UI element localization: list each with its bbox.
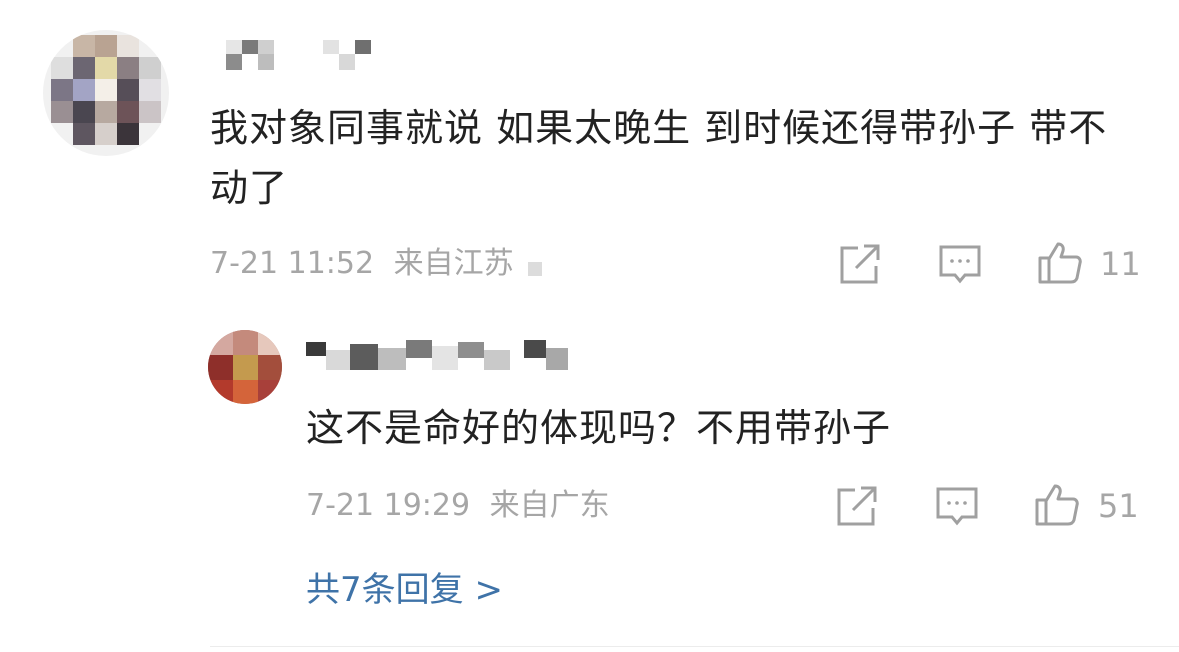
comment-date: 7-21 11:52 xyxy=(210,246,375,281)
avatar-mosaic-tile xyxy=(208,330,233,355)
like-button[interactable] xyxy=(1036,238,1084,286)
reply-text: 这不是命好的体现吗？不用带孙子 xyxy=(306,406,892,450)
reply-share-button[interactable] xyxy=(833,482,881,530)
avatar-mosaic-tile xyxy=(258,380,282,404)
avatar-mosaic-tile xyxy=(139,57,161,79)
mosaic-block xyxy=(258,40,274,54)
avatar-mosaic-tile xyxy=(117,123,139,145)
comment-icon xyxy=(936,487,978,526)
share-icon xyxy=(840,244,880,284)
avatar-mosaic-tile xyxy=(117,57,139,79)
avatar-mosaic-tile xyxy=(73,123,95,145)
reply-username-obscured[interactable] xyxy=(306,336,576,384)
reply-meta: 7-21 19:29 来自广东 xyxy=(306,486,610,526)
mosaic-block xyxy=(432,346,458,370)
comment-meta: 7-21 11:52 来自江苏 xyxy=(210,244,514,284)
mosaic-block xyxy=(326,350,350,370)
avatar-mosaic-tile xyxy=(51,79,73,101)
avatar-mosaic-tile xyxy=(208,380,233,404)
reply-button[interactable] xyxy=(936,240,984,288)
more-replies-link[interactable]: 共7条回复 > xyxy=(306,568,503,612)
mosaic-block xyxy=(528,262,542,276)
avatar-mosaic-tile xyxy=(233,380,258,404)
avatar-mosaic-tile xyxy=(117,35,139,57)
avatar-mosaic-tile xyxy=(73,79,95,101)
avatar-mosaic-tile xyxy=(51,57,73,79)
share-icon xyxy=(837,486,877,526)
mosaic-block xyxy=(355,40,371,54)
avatar-mosaic-tile xyxy=(73,35,95,57)
like-count: 11 xyxy=(1100,245,1141,283)
avatar-mosaic-tile xyxy=(73,101,95,123)
username-obscured[interactable] xyxy=(218,36,388,84)
reply-like-button[interactable] xyxy=(1033,480,1081,528)
avatar-mosaic-tile xyxy=(233,330,258,355)
avatar-mosaic-tile xyxy=(139,79,161,101)
mosaic-block xyxy=(306,342,326,356)
share-button[interactable] xyxy=(836,240,884,288)
mosaic-block xyxy=(226,54,242,70)
avatar-mosaic-tile xyxy=(258,330,282,355)
mosaic-block xyxy=(350,344,378,370)
reply-reply-button[interactable] xyxy=(933,482,981,530)
comment-location: 来自江苏 xyxy=(393,246,514,281)
thumbs-up-icon xyxy=(1038,242,1082,284)
mosaic-block xyxy=(546,348,568,370)
reply-date: 7-21 19:29 xyxy=(306,488,471,523)
thumbs-up-icon xyxy=(1035,484,1079,526)
avatar-mosaic-tile xyxy=(208,355,233,380)
avatar-mosaic-tile xyxy=(258,355,282,380)
mosaic-block xyxy=(524,340,546,358)
mosaic-block xyxy=(258,54,274,70)
avatar-mosaic-tile xyxy=(73,57,95,79)
mosaic-block xyxy=(242,40,258,54)
comment-text: 我对象同事就说 如果太晚生 到时候还得带孙子 带不动了 xyxy=(210,106,1108,210)
avatar-mosaic-tile xyxy=(51,101,73,123)
avatar-mosaic-tile xyxy=(233,355,258,380)
mosaic-block xyxy=(484,350,510,370)
avatar[interactable] xyxy=(43,30,169,156)
reply-avatar[interactable] xyxy=(208,330,282,404)
reply-location: 来自广东 xyxy=(489,488,610,523)
mosaic-block xyxy=(226,40,242,54)
avatar-mosaic-tile xyxy=(95,35,117,57)
mosaic-block xyxy=(339,54,355,70)
comment-icon xyxy=(939,245,981,284)
avatar-mosaic-tile xyxy=(117,101,139,123)
reply-like-count: 51 xyxy=(1098,487,1139,525)
mosaic-block xyxy=(378,348,406,370)
avatar-mosaic-tile xyxy=(95,123,117,145)
avatar-mosaic-tile xyxy=(139,101,161,123)
avatar-mosaic-tile xyxy=(117,79,139,101)
avatar-mosaic-tile xyxy=(95,79,117,101)
avatar-mosaic-tile xyxy=(95,101,117,123)
avatar-mosaic-tile xyxy=(95,57,117,79)
mosaic-block xyxy=(406,340,432,358)
divider xyxy=(210,646,1179,647)
mosaic-block xyxy=(323,40,339,54)
mosaic-block xyxy=(458,342,484,358)
